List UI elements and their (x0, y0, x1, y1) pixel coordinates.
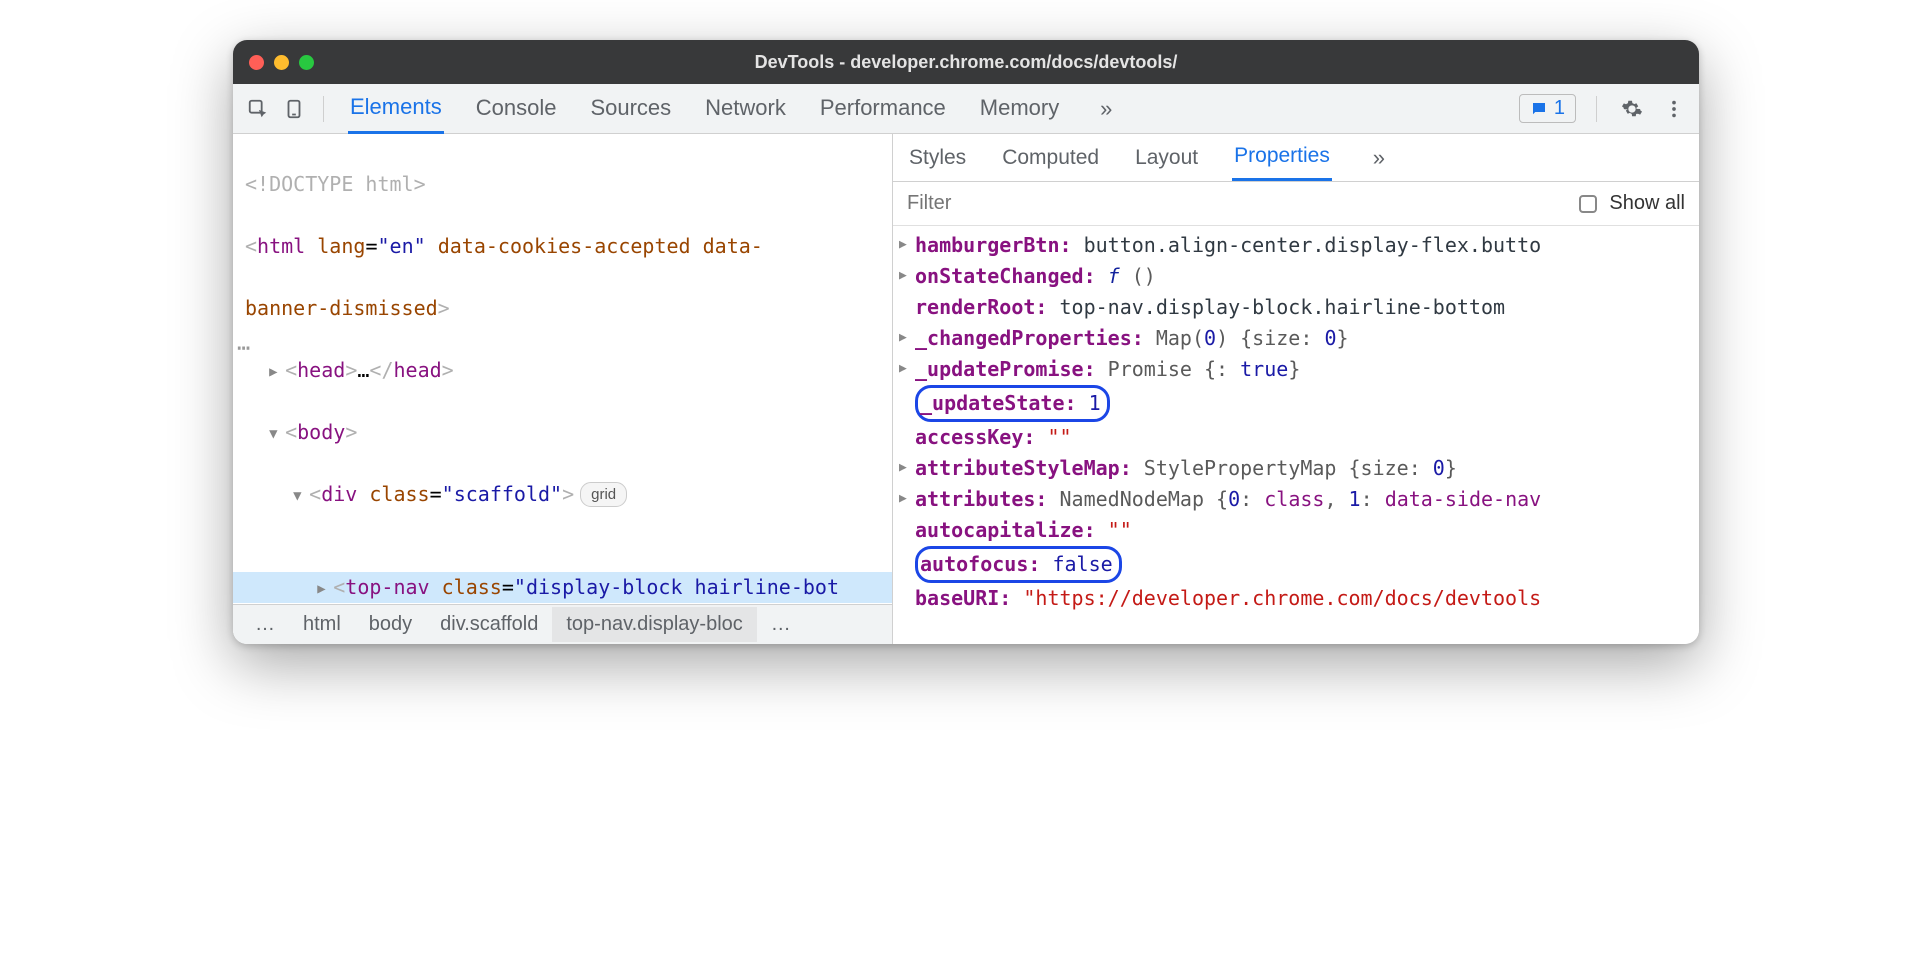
breadcrumb-html[interactable]: html (289, 607, 355, 642)
expand-toggle (899, 546, 915, 551)
show-all-checkbox[interactable] (1579, 195, 1597, 213)
filter-row: Show all (893, 182, 1699, 226)
panel-tabs: Elements Console Sources Network Perform… (348, 84, 1513, 134)
elements-tree-pane: <!DOCTYPE html> <html lang="en" data-coo… (233, 134, 893, 644)
property-row[interactable]: autocapitalize: "" (895, 515, 1697, 546)
window-controls (249, 55, 314, 70)
settings-icon[interactable] (1617, 94, 1647, 124)
main-toolbar: Elements Console Sources Network Perform… (233, 84, 1699, 134)
devtools-window: DevTools - developer.chrome.com/docs/dev… (233, 40, 1699, 644)
kebab-menu-icon[interactable] (1659, 94, 1689, 124)
device-toolbar-icon[interactable] (279, 94, 309, 124)
expand-toggle[interactable]: ▶ (317, 579, 333, 601)
tab-elements[interactable]: Elements (348, 84, 444, 134)
more-tabs-icon[interactable]: » (1091, 94, 1121, 124)
inspect-element-icon[interactable] (243, 94, 273, 124)
expand-toggle (899, 515, 915, 520)
tab-console[interactable]: Console (474, 85, 559, 132)
property-row[interactable]: autofocus: false (895, 546, 1697, 583)
breadcrumb-topnav[interactable]: top-nav.display-bloc (552, 607, 756, 642)
window-title: DevTools - developer.chrome.com/docs/dev… (233, 52, 1699, 73)
highlight-ring: autofocus: false (915, 546, 1122, 583)
selected-marker-icon: ⋯ (233, 332, 250, 366)
property-row[interactable]: ▶attributeStyleMap: StylePropertyMap {si… (895, 453, 1697, 484)
rtab-computed[interactable]: Computed (1000, 136, 1101, 180)
show-all-label: Show all (1609, 192, 1685, 215)
sidebar-tabs: Styles Computed Layout Properties » (893, 134, 1699, 182)
expand-toggle[interactable]: ▶ (899, 484, 915, 509)
property-row[interactable]: _updateState: 1 (895, 385, 1697, 422)
separator (1596, 96, 1597, 122)
titlebar: DevTools - developer.chrome.com/docs/dev… (233, 40, 1699, 84)
expand-toggle (899, 385, 915, 390)
property-row[interactable]: ▶_updatePromise: Promise {: true} (895, 354, 1697, 385)
sidebar-pane: Styles Computed Layout Properties » Show… (893, 134, 1699, 644)
expand-toggle[interactable]: ▼ (293, 486, 309, 508)
tab-sources[interactable]: Sources (588, 85, 673, 132)
doctype: <!DOCTYPE html> (245, 172, 426, 196)
rtab-styles[interactable]: Styles (907, 136, 968, 180)
property-row[interactable]: ▶onStateChanged: f () (895, 261, 1697, 292)
expand-toggle[interactable]: ▶ (269, 362, 285, 384)
highlight-ring: _updateState: 1 (915, 385, 1110, 422)
expand-toggle[interactable]: ▶ (899, 453, 915, 478)
tab-network[interactable]: Network (703, 85, 788, 132)
separator (323, 96, 324, 122)
expand-toggle[interactable]: ▶ (899, 354, 915, 379)
expand-toggle[interactable]: ▶ (899, 261, 915, 286)
expand-toggle (899, 583, 915, 588)
messages-button[interactable]: 1 (1519, 94, 1576, 123)
properties-list[interactable]: ▶hamburgerBtn: button.align-center.displ… (893, 226, 1699, 644)
property-row[interactable]: ▶_changedProperties: Map(0) {size: 0} (895, 323, 1697, 354)
more-rtabs-icon[interactable]: » (1364, 143, 1394, 173)
breadcrumb-more[interactable]: … (241, 607, 289, 642)
close-window-button[interactable] (249, 55, 264, 70)
breadcrumbs: … html body div.scaffold top-nav.display… (233, 604, 892, 644)
breadcrumb-more-right[interactable]: … (757, 607, 805, 642)
selected-node[interactable]: ▶<top-nav class="display-block hairline-… (233, 572, 892, 603)
grid-badge[interactable]: grid (580, 482, 627, 507)
tab-performance[interactable]: Performance (818, 85, 948, 132)
property-row[interactable]: renderRoot: top-nav.display-block.hairli… (895, 292, 1697, 323)
breadcrumb-scaffold[interactable]: div.scaffold (426, 607, 552, 642)
property-row[interactable]: ▶hamburgerBtn: button.align-center.displ… (895, 230, 1697, 261)
minimize-window-button[interactable] (274, 55, 289, 70)
breadcrumb-body[interactable]: body (355, 607, 426, 642)
messages-count: 1 (1554, 97, 1565, 120)
tab-memory[interactable]: Memory (978, 85, 1061, 132)
zoom-window-button[interactable] (299, 55, 314, 70)
property-row[interactable]: baseURI: "https://developer.chrome.com/d… (895, 583, 1697, 614)
property-row[interactable]: ▶attributes: NamedNodeMap {0: class, 1: … (895, 484, 1697, 515)
expand-toggle (899, 422, 915, 427)
rtab-properties[interactable]: Properties (1232, 134, 1332, 181)
expand-toggle[interactable]: ▶ (899, 323, 915, 348)
property-row[interactable]: accessKey: "" (895, 422, 1697, 453)
expand-toggle[interactable]: ▶ (899, 230, 915, 255)
expand-toggle (899, 292, 915, 297)
rtab-layout[interactable]: Layout (1133, 136, 1200, 180)
filter-input[interactable] (907, 182, 1567, 225)
dom-tree[interactable]: <!DOCTYPE html> <html lang="en" data-coo… (233, 134, 892, 604)
expand-toggle[interactable]: ▼ (269, 424, 285, 446)
panels: <!DOCTYPE html> <html lang="en" data-coo… (233, 134, 1699, 644)
toolbar-right: 1 (1519, 94, 1689, 124)
